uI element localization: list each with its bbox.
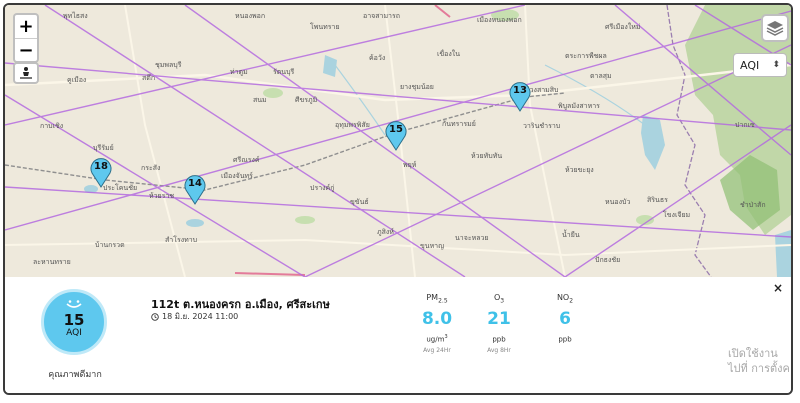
map-label: ห้วยขะยุง [565,166,594,174]
map-label: เมืองจันทร์ [221,172,253,180]
map-label: ห้วยทับทัน [471,152,503,160]
pollutant-unit: ppb [558,335,572,344]
map-label: ห้วยราช [149,192,175,200]
map-label: คูเมือง [67,76,87,84]
map-label: เขื่องใน [437,50,461,58]
map-label: กาบเชิง [40,122,64,130]
pollutant-unit: ug/m3 [426,334,448,344]
marker-18[interactable]: 18 [89,158,113,188]
locate-person-icon [20,67,32,79]
pollutant-average: Avg 24Hr [423,347,451,355]
marker-14[interactable]: 14 [183,175,207,205]
map-label: โพนทราย [310,23,340,31]
map-view[interactable]: พุทไธสง หนองพอก โพนทราย อาจสามารถ เมืองห… [5,5,791,277]
map-label: พิบูลมังสาหาร [558,102,600,110]
pollutant-pm25: PM2.5 8.0 ug/m3 Avg 24Hr [407,293,467,354]
pollutant-value: 8.0 [421,309,453,329]
marker-value: 13 [513,85,527,96]
map-label: ศรีณรงค์ [233,156,260,164]
map-label: ขุนหาญ [420,242,445,250]
clock-icon [151,312,159,321]
marker-value: 15 [389,124,403,135]
station-datetime: 18 มิ.ย. 2024 11:00 [151,310,238,323]
map-label: รัตนบุรี [273,68,295,76]
aqi-value: 15 [63,311,85,329]
map-label: ชำป่าสัก [740,201,766,209]
map-label: อุทุมพรพิสัย [335,121,370,129]
pollutant-o3: O3 21 ppb Avg 8Hr [469,293,529,354]
map-label: ชุมพลบุรี [155,61,182,69]
activation-watermark: เปิดใช้งาน ไปที่ การตั้งค [728,346,790,376]
layer-select-value: AQI [740,58,760,72]
map-label: ยางชุมน้อย [400,83,434,91]
map-label: บ้านกรวด [95,241,125,249]
zoom-out-button[interactable]: − [15,38,37,62]
map-label: พยุห์ [403,161,417,169]
map-label: สิรินธร [647,196,668,204]
pollutant-name: O3 [493,293,505,305]
map-label: ตาลสุม [590,72,612,80]
app-frame: พุทไธสง หนองพอก โพนทราย อาจสามารถ เมืองห… [3,3,793,395]
layer-select[interactable]: AQI ⬍ [733,53,787,77]
map-label: วารินชำราบ [523,122,561,130]
map-label: สำโรงทาบ [165,236,198,244]
zoom-control: + − [13,13,39,63]
map-label: ศีขรภูมิ [295,96,318,104]
map-label: ตระการพืชผล [565,52,607,60]
pollutant-no2: NO2 6 ppb [535,293,595,347]
marker-value: 14 [188,178,202,189]
map-label: ปากเซ [735,121,755,129]
smile-face-icon [66,300,82,308]
map-label: น้ำยืน [562,231,580,239]
map-label: ท่าตูม [230,68,248,76]
map-label: ปักธงชัย [595,256,621,264]
map-label: ภูสิงห์ [377,228,394,236]
marker-value: 18 [94,161,108,172]
map-label: กันทรารมย์ [442,120,476,128]
map-label: สนม [253,96,267,104]
pollutant-name: NO2 [556,293,574,305]
close-panel-button[interactable]: × [773,281,783,295]
map-label: บุรีรัมย์ [93,144,114,152]
select-arrow-icon: ⬍ [772,60,780,70]
station-info-panel: × 15 AQI คุณภาพดีมาก 112t ต.หนองครก อ.เม… [5,277,791,393]
datetime-text: 18 มิ.ย. 2024 11:00 [162,312,239,321]
watermark-line: เปิดใช้งาน [728,347,778,360]
map-label: กระสัง [141,164,161,172]
pollutant-value: 6 [559,309,571,329]
map-label: หนองพอก [235,12,266,20]
locate-button[interactable] [13,62,39,84]
air-quality-label: คุณภาพดีมาก [48,370,102,380]
aqi-unit: AQI [66,328,82,338]
layers-button[interactable] [761,14,789,42]
map-label: ศรีเมืองใหม่ [605,23,641,31]
map-label: เมืองหนองพอก [477,16,522,24]
layers-icon [766,21,784,36]
map-label: ละหานทราย [33,258,71,266]
map-label: ปรางค์กู่ [310,184,335,192]
watermark-line: ไปที่ การตั้งค [728,362,790,375]
pollutant-name: PM2.5 [426,293,448,305]
zoom-in-button[interactable]: + [15,15,37,38]
map-label: นาจะหลวย [455,234,489,242]
marker-15[interactable]: 15 [384,121,408,151]
map-label: สตึก [142,74,156,82]
map-label: ขุขันธ์ [350,198,369,206]
pollutant-average: Avg 8Hr [487,347,511,355]
aqi-badge: 15 AQI [41,289,107,355]
map-label: โขงเจียม [663,211,691,219]
marker-13[interactable]: 13 [508,82,532,112]
map-label: พุทไธสง [63,12,88,20]
pollutant-unit: ppb [492,335,506,344]
map-label: ค้อวัง [369,54,386,62]
map-label: หนองบัว [605,198,631,206]
map-label: อาจสามารถ [363,12,400,20]
pollutant-value: 21 [487,309,511,329]
